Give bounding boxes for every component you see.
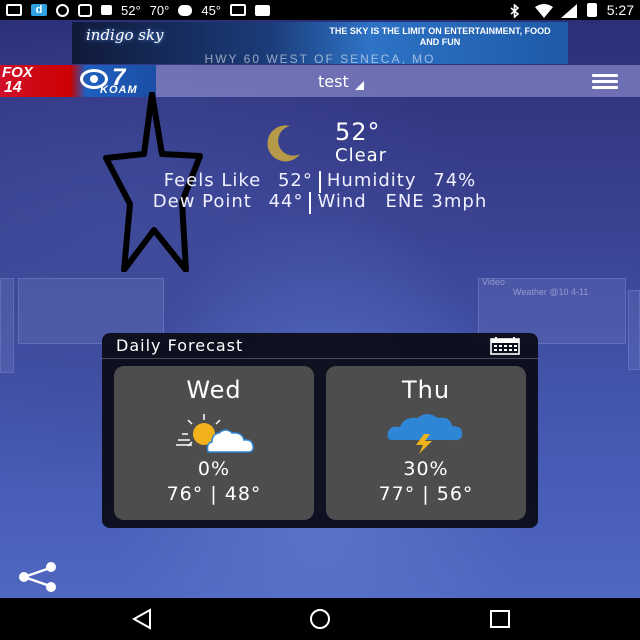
wind-group: Wind ENE 3mph: [317, 191, 487, 213]
briefcase-icon: [255, 4, 271, 16]
status-temp-1: 52°: [121, 2, 141, 18]
ghost-label-video: Video: [482, 277, 505, 287]
status-time: 5:27: [606, 2, 634, 18]
moon-icon: [267, 125, 300, 162]
ad-banner[interactable]: indigo sky THE SKY IS THE LIMIT ON ENTER…: [72, 22, 568, 64]
ghost-label-weather: Weather @10 4-11: [513, 287, 589, 297]
forecast-day-name: Wed: [186, 376, 242, 404]
location-selector[interactable]: test: [318, 69, 364, 93]
info-icon: [56, 3, 69, 17]
humidity-label: Humidity: [326, 170, 417, 191]
humidity-group: Humidity 74%: [327, 170, 476, 192]
battery-icon: [586, 3, 597, 17]
signal-icon: [560, 4, 577, 18]
current-temperature: 52°: [335, 118, 381, 146]
photo-icon: [230, 4, 247, 16]
dew-point-value: 44°: [268, 191, 304, 212]
status-bar-system: 5:27: [509, 2, 634, 19]
forecast-precip: 0%: [197, 458, 231, 480]
back-icon[interactable]: [130, 608, 154, 630]
ad-headline: THE SKY IS THE LIMIT ON ENTERTAINMENT, F…: [329, 26, 551, 47]
logo-fox-text: FOX: [2, 64, 33, 81]
wind-label: Wind: [317, 191, 367, 212]
lock-icon: [101, 5, 112, 15]
details-row-2: Dew Point 44° Wind ENE 3mph: [0, 191, 640, 214]
wifi-icon: [534, 4, 553, 18]
navigation-bar: [0, 598, 640, 640]
location-label: test: [318, 71, 349, 91]
feels-like-value: 52°: [277, 170, 313, 191]
dew-point-group: Dew Point 44°: [153, 191, 304, 213]
daily-forecast-panel: Daily Forecast Wed 0% 76° | 48° Thu 30% …: [102, 333, 538, 528]
status-temp-2: 70°: [149, 2, 170, 18]
forecast-title: Daily Forecast: [116, 336, 244, 355]
current-condition: Clear: [335, 145, 388, 166]
message-icon: [6, 4, 22, 16]
details-divider: [309, 192, 312, 214]
dropdown-triangle-icon: [354, 80, 364, 90]
details-row-1: Feels Like 52° Humidity 74%: [0, 170, 640, 193]
calendar-icon[interactable]: [490, 337, 520, 355]
forecast-temps: 77° | 56°: [378, 483, 474, 505]
home-icon[interactable]: [308, 608, 332, 630]
details-divider: [318, 171, 321, 193]
background-thumbnail-right-2: [628, 290, 640, 370]
bluetooth-icon: [509, 3, 525, 19]
d-app-icon: d: [31, 4, 47, 16]
dew-point-label: Dew Point: [152, 191, 252, 212]
app-header: FOX 14 7 KOAM test: [0, 65, 640, 97]
thunderstorm-icon: [387, 414, 463, 454]
forecast-header: Daily Forecast: [102, 333, 538, 359]
partly-sunny-icon: [176, 414, 254, 453]
feels-like-label: Feels Like: [163, 170, 262, 191]
ad-logo: indigo sky: [86, 26, 164, 44]
forecast-day-name: Thu: [401, 376, 451, 404]
status-temp-3: 45°: [201, 2, 222, 18]
status-bar-notifications: d 52° 70° 45°: [6, 2, 271, 18]
share-icon[interactable]: [14, 562, 60, 592]
fox-app-icon: [78, 3, 92, 17]
game-icon: [178, 4, 193, 16]
wind-value: ENE 3mph: [385, 191, 488, 212]
feels-like-group: Feels Like 52°: [164, 170, 313, 192]
forecast-day-card[interactable]: Thu 30% 77° | 56°: [326, 366, 526, 520]
humidity-value: 74%: [433, 170, 477, 191]
forecast-day-card[interactable]: Wed 0% 76° | 48°: [114, 366, 314, 520]
ad-road-text: HWY 60 WEST OF SENECA, MO: [204, 52, 436, 64]
status-bar: d 52° 70° 45° 5:27: [0, 0, 640, 20]
recent-apps-icon[interactable]: [488, 608, 512, 630]
background-thumbnail-left: [0, 278, 14, 373]
forecast-temps: 76° | 48°: [166, 483, 262, 505]
hamburger-menu-icon[interactable]: [592, 74, 618, 90]
logo-fox-channel: 14: [4, 79, 22, 96]
forecast-precip: 30%: [403, 458, 449, 480]
